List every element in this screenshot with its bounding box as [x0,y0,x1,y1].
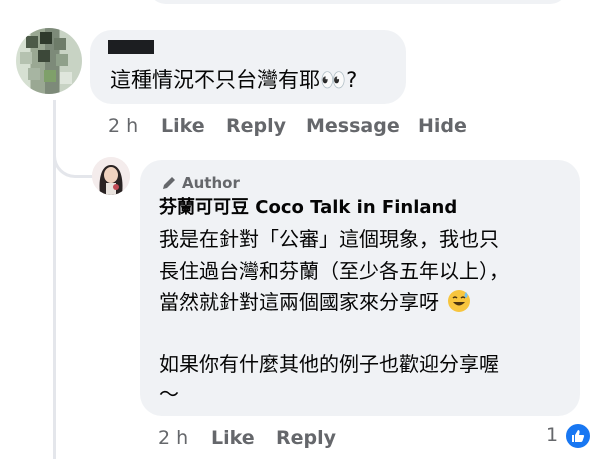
redacted-commenter-name [108,40,154,54]
reply-line-3-wrap: 當然就針對這兩個國家來分享呀 [159,288,471,316]
reply-timestamp[interactable]: 2 h [158,427,188,449]
reply-line-3: 當然就針對這兩個國家來分享呀 [159,290,439,314]
sweat-smile-emoji-icon [448,290,471,312]
author-badge: Author [161,174,240,192]
message-button[interactable]: Message [306,115,400,137]
thread-connector [53,140,96,178]
pencil-icon [163,177,175,189]
reply-line-6: ～ [159,382,179,406]
reply-line-1: 我是在針對「公審」這個現象，我也只 [159,227,499,251]
hide-button[interactable]: Hide [418,115,467,137]
thumbs-up-icon [572,430,585,442]
comment-text: 這種情況不只台灣有耶👀? [110,68,358,92]
author-avatar-portrait [92,157,130,195]
reply-author-name[interactable]: 芬蘭可可豆 Coco Talk in Finland [159,196,457,220]
reply-line-2: 長住過台灣和芬蘭（至少各五年以上）， [159,259,509,283]
reply-actions: 2 h Like Reply [158,427,418,451]
commenter-avatar[interactable] [16,28,82,94]
reply-button[interactable]: Reply [226,115,286,137]
like-reaction-icon[interactable] [564,422,592,450]
author-avatar[interactable] [92,157,130,195]
author-badge-label: Author [182,174,240,192]
like-button[interactable]: Like [161,115,205,137]
reply-like-button[interactable]: Like [211,427,255,449]
previous-comment-bubble-edge [148,0,568,4]
reply-reply-button[interactable]: Reply [276,427,336,449]
reaction-count[interactable]: 1 [546,424,558,446]
comment-actions: 2 h Like Reply Message Hide [108,115,508,139]
comment-timestamp[interactable]: 2 h [108,115,138,137]
reply-line-5: 如果你有什麼其他的例子也歡迎分享喔 [159,352,499,376]
